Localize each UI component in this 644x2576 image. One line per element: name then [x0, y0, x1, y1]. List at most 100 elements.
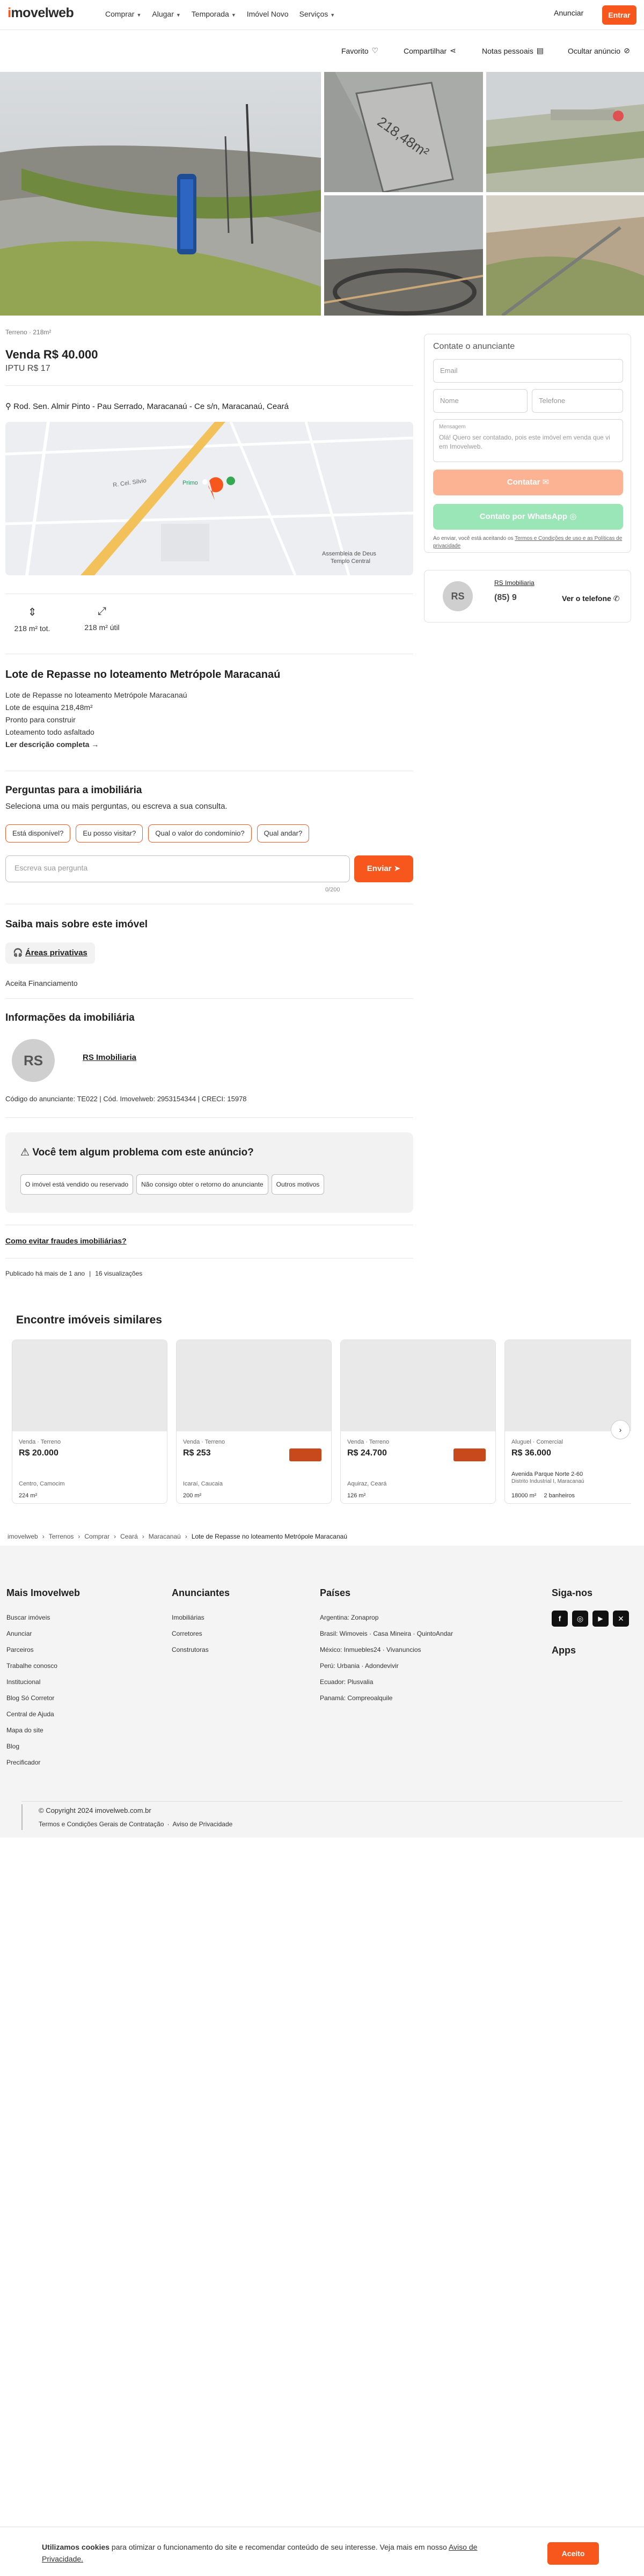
- entrar-button[interactable]: Entrar: [602, 5, 636, 25]
- notes-button[interactable]: Notas pessoais ▤: [482, 46, 544, 55]
- location-map[interactable]: R. Cel. Silvio Primo Assembleia de Deus …: [5, 422, 413, 575]
- agency-logo[interactable]: RS: [12, 1039, 55, 1082]
- footer-link[interactable]: Precificador: [6, 1759, 80, 1775]
- message-field[interactable]: Mensagem Olá! Quero ser contatado, pois …: [433, 419, 623, 462]
- breadcrumb-sep: ›: [185, 1533, 187, 1540]
- published-text: Publicado há mais de 1 ano: [5, 1270, 85, 1277]
- nav-item-servicos[interactable]: Serviços ▼: [299, 10, 335, 18]
- nav-item-alugar[interactable]: Alugar ▼: [152, 10, 180, 18]
- legal-text: Ao enviar, você está aceitando os Termos…: [433, 535, 623, 550]
- similar-card[interactable]: Venda · Terreno R$ 24.700 Aquiraz, Ceará…: [340, 1340, 496, 1504]
- site-logo[interactable]: imovelweb: [8, 5, 74, 21]
- questions-title: Perguntas para a imobiliária: [5, 785, 142, 796]
- read-more-link[interactable]: Ler descrição completa →: [5, 738, 413, 751]
- nav-item-temporada[interactable]: Temporada ▼: [192, 10, 236, 18]
- photo-2[interactable]: 218,48m²: [324, 72, 483, 192]
- footer-link[interactable]: Trabalhe conosco: [6, 1662, 80, 1678]
- breadcrumb-item[interactable]: imovelweb: [8, 1533, 38, 1540]
- footer-link[interactable]: Mapa do site: [6, 1726, 80, 1743]
- breadcrumb-item[interactable]: Maracanaú: [149, 1533, 181, 1540]
- similar-title: Encontre imóveis similares: [16, 1314, 162, 1326]
- footer-link[interactable]: Buscar imóveis: [6, 1614, 80, 1630]
- share-icon: ⋖: [450, 46, 456, 55]
- question-input[interactable]: Escreva sua pergunta: [5, 855, 350, 882]
- form-title: Contate o anunciante: [433, 342, 515, 351]
- logo-text: movelweb: [11, 5, 74, 20]
- footer-link[interactable]: México: Inmuebles24 · Vivanuncios: [320, 1646, 453, 1662]
- footer-heading: Siga-nos: [552, 1587, 593, 1598]
- phone-field[interactable]: Telefone: [532, 389, 623, 413]
- problem-option[interactable]: Outros motivos: [271, 1174, 325, 1195]
- email-field[interactable]: Email: [433, 359, 623, 383]
- send-label: Enviar: [367, 864, 392, 873]
- send-question-button[interactable]: Enviar ➤: [354, 855, 413, 882]
- footer-link[interactable]: Blog: [6, 1743, 80, 1759]
- chevron-down-icon: ▼: [330, 12, 335, 18]
- footer-link[interactable]: Institucional: [6, 1678, 80, 1694]
- question-chip[interactable]: Qual andar?: [257, 824, 310, 843]
- photo-4[interactable]: [324, 195, 483, 316]
- whatsapp-icon: ◎: [569, 512, 577, 521]
- hide-ad-button[interactable]: Ocultar anúncio ⊘: [568, 46, 630, 55]
- breadcrumb-sep: ›: [78, 1533, 80, 1540]
- card-rooms: 2 banheiros: [544, 1492, 575, 1499]
- photo-3[interactable]: [486, 72, 644, 192]
- youtube-icon[interactable]: ▶: [592, 1611, 609, 1627]
- separator: ·: [167, 1820, 170, 1828]
- agent-logo[interactable]: RS: [443, 581, 473, 611]
- footer-link[interactable]: Imobiliárias: [172, 1614, 230, 1630]
- breadcrumb-item[interactable]: Comprar: [84, 1533, 109, 1540]
- photo-4-image: [324, 195, 483, 316]
- agency-name-link[interactable]: RS Imobiliaria: [83, 1053, 136, 1062]
- footer-link[interactable]: Corretores: [172, 1630, 230, 1646]
- similar-card[interactable]: Venda · Terreno R$ 20.000 Centro, Camoci…: [12, 1340, 167, 1504]
- similar-card[interactable]: Aluguel · Comercial R$ 36.000 Avenida Pa…: [504, 1340, 631, 1504]
- question-chip[interactable]: Eu posso visitar?: [76, 824, 143, 843]
- privacy-link[interactable]: Aviso de Privacidade: [172, 1820, 232, 1828]
- problem-option[interactable]: Não consigo obter o retorno do anunciant…: [136, 1174, 268, 1195]
- feature-label: 218 m² tot.: [14, 624, 50, 633]
- instagram-icon[interactable]: ◎: [572, 1611, 588, 1627]
- carousel-next-button[interactable]: ›: [611, 1420, 630, 1439]
- see-phone-button[interactable]: Ver o telefone ✆: [562, 594, 619, 603]
- nav-item-comprar[interactable]: Comprar ▼: [105, 10, 141, 18]
- favorite-button[interactable]: Favorito ♡: [341, 46, 378, 55]
- footer-link[interactable]: Perú: Urbania · Adondevivir: [320, 1662, 453, 1678]
- footer-link[interactable]: Parceiros: [6, 1646, 80, 1662]
- x-icon[interactable]: ✕: [613, 1611, 629, 1627]
- whatsapp-button[interactable]: Contato por WhatsApp ◎: [433, 504, 623, 530]
- map-label-church: Assembleia de Deus: [322, 551, 376, 557]
- question-chip[interactable]: Qual o valor do condomínio?: [148, 824, 252, 843]
- footer-link[interactable]: Anunciar: [6, 1630, 80, 1646]
- facebook-icon[interactable]: f: [552, 1611, 568, 1627]
- private-areas-tab[interactable]: 🎧 Áreas privativas: [5, 942, 95, 964]
- breadcrumb-item[interactable]: Ceará: [120, 1533, 138, 1540]
- fraud-link[interactable]: Como evitar fraudes imobiliárias?: [5, 1236, 127, 1245]
- problem-option[interactable]: O imóvel está vendido ou reservado: [20, 1174, 134, 1195]
- footer-link[interactable]: Ecuador: Plusvalia: [320, 1678, 453, 1694]
- chevron-down-icon: ▼: [231, 12, 236, 18]
- card-location: Avenida Parque Norte 2-60: [511, 1471, 583, 1477]
- name-field[interactable]: Nome: [433, 389, 528, 413]
- footer-link[interactable]: Blog Só Corretor: [6, 1694, 80, 1710]
- footer-link[interactable]: Construtoras: [172, 1646, 230, 1662]
- anunciar-button[interactable]: Anunciar: [554, 9, 583, 17]
- description-line: Lote de Repasse no loteamento Metrópole …: [5, 691, 187, 699]
- contact-button[interactable]: Contatar ✉: [433, 470, 623, 495]
- share-button[interactable]: Compartilhar ⋖: [404, 46, 456, 55]
- main-photo[interactable]: [0, 72, 321, 316]
- photo-5[interactable]: [486, 195, 644, 316]
- question-chip[interactable]: Está disponível?: [5, 824, 71, 843]
- similar-card[interactable]: Venda · Terreno R$ 253 Icaraí, Caucaia 2…: [176, 1340, 332, 1504]
- separator: |: [89, 1270, 91, 1277]
- footer-link[interactable]: Brasil: Wimoveis · Casa Mineira · Quinto…: [320, 1630, 453, 1646]
- footer-link[interactable]: Central de Ajuda: [6, 1710, 80, 1726]
- agent-name[interactable]: RS Imobiliaria: [494, 579, 535, 587]
- footer-link[interactable]: Argentina: Zonaprop: [320, 1614, 453, 1630]
- terms-link[interactable]: Termos e Condições Gerais de Contratação: [39, 1820, 164, 1828]
- card-type: Venda · Terreno: [183, 1439, 225, 1445]
- accept-cookies-button[interactable]: Aceito: [547, 2542, 599, 2565]
- footer-link[interactable]: Panamá: Compreoalquile: [320, 1694, 453, 1710]
- breadcrumb-item[interactable]: Terrenos: [49, 1533, 74, 1540]
- nav-item-imovel-novo[interactable]: Imóvel Novo: [247, 10, 289, 18]
